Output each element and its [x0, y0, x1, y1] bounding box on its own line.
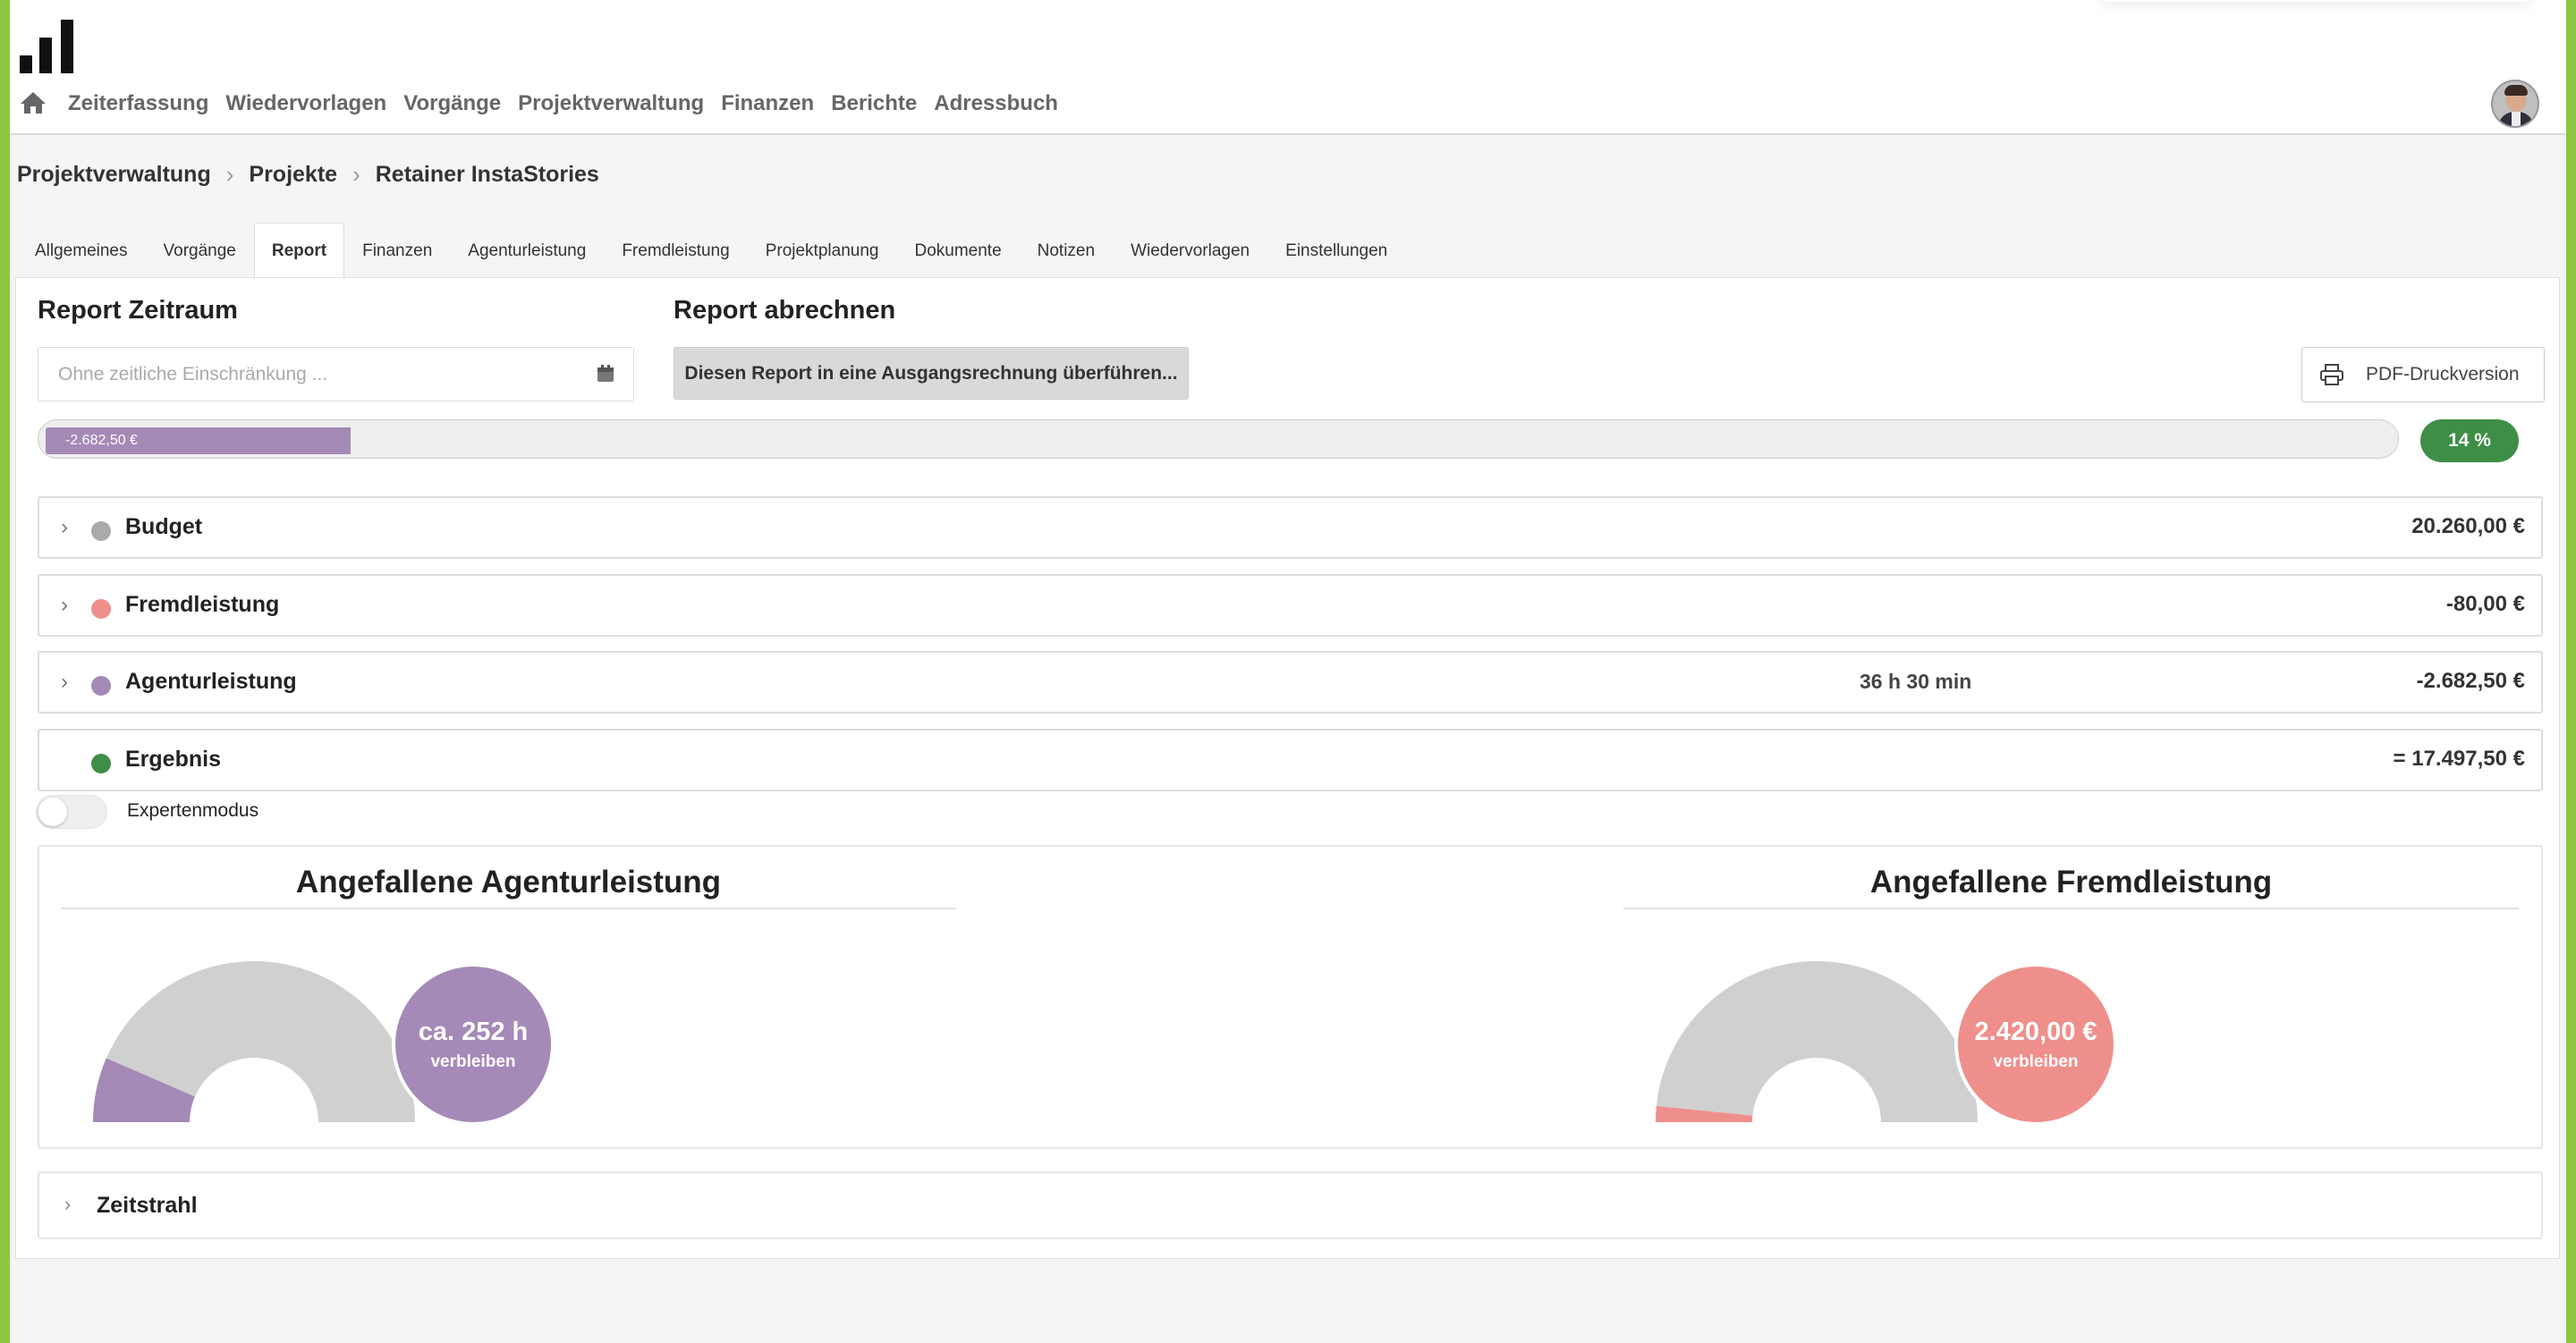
expert-mode-label: Expertenmodus: [127, 800, 259, 821]
remaining-caption: verbleiben: [1993, 1052, 2079, 1071]
nav-item-finanzen[interactable]: Finanzen: [721, 91, 814, 116]
tab-vorgaenge[interactable]: Vorgänge: [146, 223, 254, 278]
pdf-print-button[interactable]: PDF-Druckversion: [2301, 347, 2545, 402]
timeline-section[interactable]: › Zeitstrahl: [38, 1171, 2543, 1239]
left-accent-bar: [0, 0, 10, 1343]
row-label: Budget: [125, 514, 203, 539]
gauge-remaining-arc: [1656, 961, 1978, 1122]
status-dot: [91, 599, 111, 619]
row-label: Ergebnis: [125, 747, 221, 772]
status-dot: [91, 676, 111, 696]
chevron-right-icon: ›: [225, 160, 234, 188]
fremdleistung-remaining-bubble: 2.420,00 € verbleiben: [1954, 963, 2117, 1126]
breadcrumb-projekte[interactable]: Projekte: [249, 162, 337, 188]
tab-report[interactable]: Report: [253, 223, 345, 279]
row-label: Fremdleistung: [125, 592, 280, 617]
top-dropdown-edge: [2101, 0, 2530, 2]
pdf-print-label: PDF-Druckversion: [2366, 364, 2520, 384]
report-abrechnen-heading: Report abrechnen: [674, 296, 896, 325]
remaining-caption: verbleiben: [430, 1052, 516, 1071]
user-avatar[interactable]: [2491, 80, 2539, 128]
printer-icon: [2320, 364, 2343, 385]
nav-item-wiedervorlagen[interactable]: Wiedervorlagen: [225, 91, 386, 116]
chart-title-agenturleistung: Angefallene Agenturleistung: [61, 865, 956, 909]
breadcrumb-projektverwaltung[interactable]: Projektverwaltung: [17, 162, 211, 188]
budget-progress-bar: -2.682,50 €: [38, 419, 2399, 459]
app-logo[interactable]: [20, 20, 75, 73]
calendar-icon[interactable]: [596, 364, 615, 384]
chevron-right-icon[interactable]: ›: [61, 671, 75, 694]
agenturleistung-gauge: [93, 961, 415, 1122]
remaining-value: 2.420,00 €: [1974, 1017, 2097, 1046]
row-amount: = 17.497,50 €: [2393, 747, 2525, 771]
chart-title-fremdleistung: Angefallene Fremdleistung: [1623, 865, 2519, 909]
row-agenturleistung[interactable]: › Agenturleistung 36 h 30 min -2.682,50 …: [38, 651, 2543, 714]
row-budget[interactable]: › Budget 20.260,00 €: [38, 496, 2543, 559]
row-amount: -2.682,50 €: [2416, 669, 2525, 693]
row-amount: -80,00 €: [2445, 592, 2525, 616]
project-tabs: Allgemeines Vorgänge Report Finanzen Age…: [17, 223, 1405, 279]
tab-projektplanung[interactable]: Projektplanung: [748, 223, 897, 278]
row-amount: 20.260,00 €: [2411, 514, 2525, 538]
tab-notizen[interactable]: Notizen: [1020, 223, 1113, 278]
charts-section: Angefallene Agenturleistung Angefallene …: [38, 845, 2543, 1149]
nav-item-vorgaenge[interactable]: Vorgänge: [403, 91, 501, 116]
agenturleistung-remaining-bubble: ca. 252 h verbleiben: [392, 963, 555, 1126]
status-dot: [91, 521, 111, 541]
row-ergebnis: Ergebnis = 17.497,50 €: [38, 729, 2543, 791]
tab-fremdleistung[interactable]: Fremdleistung: [604, 223, 747, 278]
home-icon[interactable]: [20, 90, 47, 117]
report-panel: Report Zeitraum Report abrechnen Diesen …: [15, 277, 2560, 1259]
breadcrumb: Projektverwaltung › Projekte › Retainer …: [17, 159, 599, 190]
expert-mode-toggle[interactable]: [36, 795, 107, 829]
percent-badge: 14 %: [2420, 419, 2519, 462]
breadcrumb-current: Retainer InstaStories: [375, 161, 599, 187]
budget-progress-fill: -2.682,50 €: [46, 427, 351, 454]
right-accent-bar: [2566, 0, 2576, 1343]
top-header: Zeiterfassung Wiedervorlagen Vorgänge Pr…: [10, 0, 2566, 135]
date-range-input[interactable]: [38, 348, 575, 401]
chevron-right-icon[interactable]: ›: [61, 516, 75, 539]
date-range-field[interactable]: [38, 347, 634, 401]
tab-allgemeines[interactable]: Allgemeines: [17, 223, 146, 278]
toggle-knob: [38, 798, 67, 826]
nav-item-berichte[interactable]: Berichte: [831, 91, 917, 116]
main-navigation: Zeiterfassung Wiedervorlagen Vorgänge Pr…: [20, 88, 1075, 120]
nav-item-projektverwaltung[interactable]: Projektverwaltung: [518, 91, 704, 116]
tab-agenturleistung[interactable]: Agenturleistung: [450, 223, 604, 278]
tab-dokumente[interactable]: Dokumente: [896, 223, 1019, 278]
chevron-right-icon: ›: [352, 160, 360, 188]
tab-einstellungen[interactable]: Einstellungen: [1267, 223, 1405, 278]
remaining-value: ca. 252 h: [418, 1017, 529, 1046]
report-zeitraum-heading: Report Zeitraum: [38, 296, 238, 325]
row-label: Agenturleistung: [125, 669, 297, 694]
fremdleistung-gauge: [1656, 961, 1978, 1122]
nav-item-zeiterfassung[interactable]: Zeiterfassung: [68, 91, 208, 116]
tab-finanzen[interactable]: Finanzen: [344, 223, 450, 278]
tab-wiedervorlagen[interactable]: Wiedervorlagen: [1113, 223, 1267, 278]
chevron-right-icon[interactable]: ›: [61, 594, 75, 617]
row-duration: 36 h 30 min: [1860, 670, 1972, 693]
convert-to-invoice-button[interactable]: Diesen Report in eine Ausgangsrechnung ü…: [674, 347, 1189, 400]
row-fremdleistung[interactable]: › Fremdleistung -80,00 €: [38, 574, 2543, 637]
nav-item-adressbuch[interactable]: Adressbuch: [934, 91, 1058, 116]
timeline-label: Zeitstrahl: [97, 1193, 198, 1218]
chevron-right-icon[interactable]: ›: [64, 1193, 71, 1216]
status-dot: [91, 754, 111, 773]
